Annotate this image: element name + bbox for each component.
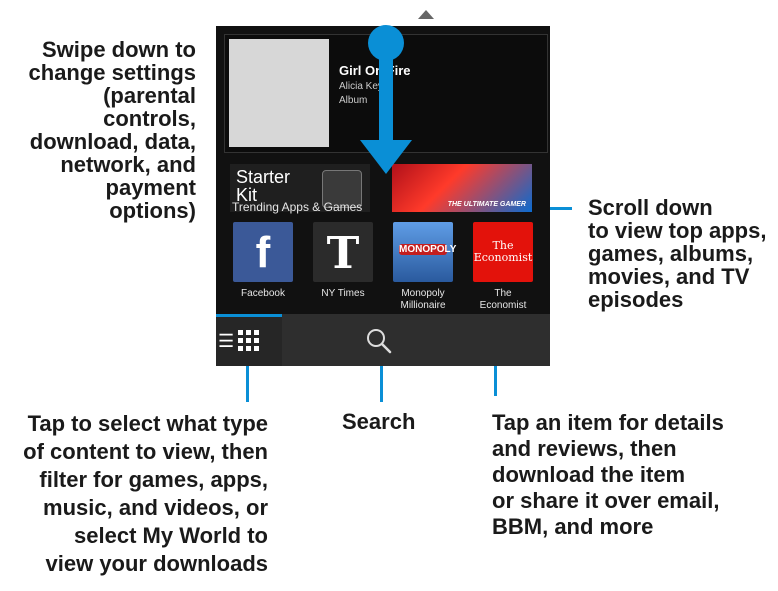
swipe-touch-dot [368,25,404,61]
nytimes-glyph: T [326,228,360,279]
app-facebook[interactable]: f Facebook [232,222,294,300]
tap-item-callout: Tap an item for details and reviews, the… [492,410,724,539]
swipe-arrow-shaft [379,55,393,147]
search-connector [380,366,383,402]
app-name: NY Times [321,288,365,299]
app-nytimes[interactable]: T NY Times [312,222,374,300]
swipe-down-arrow-icon [360,140,412,174]
economist-glyph: The Economist [473,239,533,264]
grid-icon[interactable] [238,330,260,352]
album-title: Girl On Fire [339,63,411,78]
app-name: The Economist [479,288,527,311]
app-economist[interactable]: The Economist The Economist [472,222,534,312]
starter-kit-label: Starter Kit [236,167,291,205]
active-tab-indicator [216,314,282,317]
search-icon[interactable] [366,328,392,354]
ultimate-gamer-banner[interactable]: THE ULTIMATE GAMER [392,164,532,212]
monopoly-glyph: MONOPOLY [399,244,457,255]
app-name: Facebook [241,288,285,299]
bottom-action-bar: ☰ [216,314,550,366]
album-kind: Album [339,95,368,106]
list-icon: ☰ [218,331,235,351]
swipe-callout: Swipe down to change settings (parental … [28,37,196,223]
expand-caret-icon[interactable] [418,10,434,19]
facebook-icon: f [233,222,293,282]
facebook-glyph: f [255,228,271,277]
app-monopoly[interactable]: MONOPOLY Monopoly Millionaire [392,222,457,312]
tap-type-connector [246,366,249,402]
monopoly-icon: MONOPOLY [393,222,457,282]
ultimate-gamer-caption: THE ULTIMATE GAMER [447,201,526,208]
app-name: Monopoly Millionaire [400,288,446,311]
tap-type-callout: Tap to select what type of content to vi… [23,411,268,576]
album-cover [229,39,329,147]
economist-icon: The Economist [473,222,533,282]
section-title: Trending Apps & Games [232,200,363,214]
nytimes-icon: T [313,222,373,282]
search-callout: Search [342,409,416,434]
scroll-callout: Scroll down to view top apps, games, alb… [588,195,767,312]
